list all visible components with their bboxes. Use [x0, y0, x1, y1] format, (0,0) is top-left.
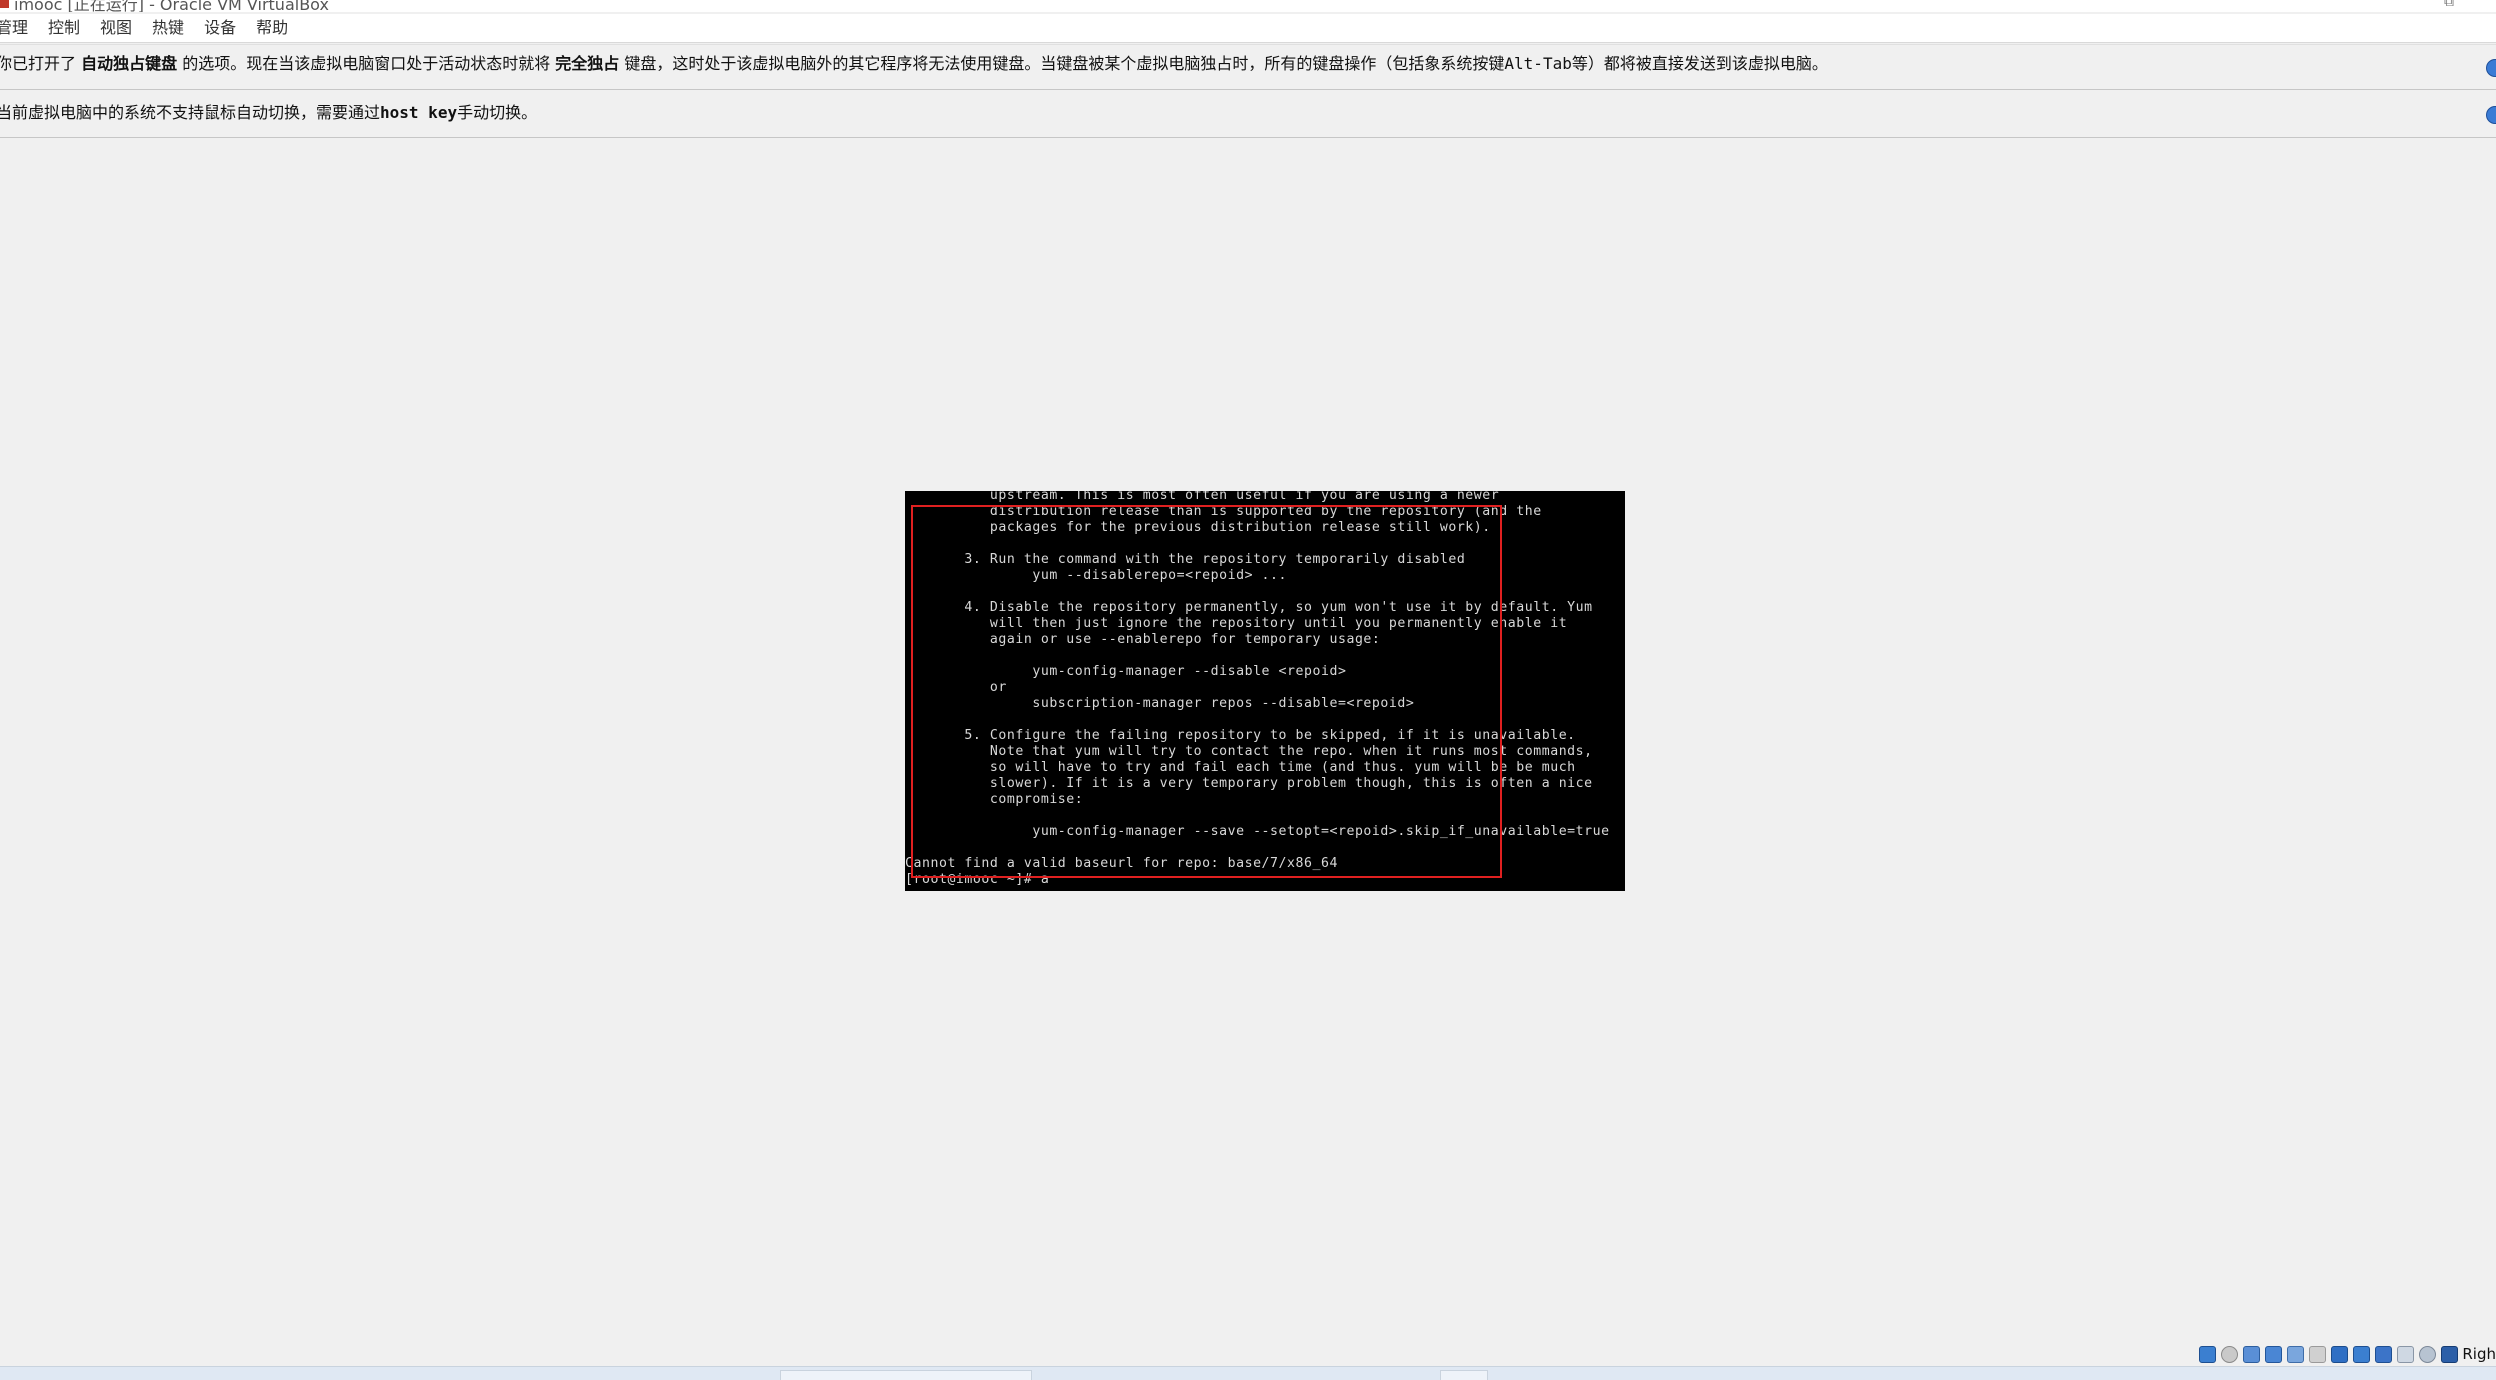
terminal-line: compromise: [905, 792, 1084, 807]
terminal-line: packages for the previous distribution r… [905, 520, 1491, 535]
host-key-label: host key [380, 103, 458, 122]
vm-display[interactable]: upstream. This is most often useful if y… [905, 491, 1625, 891]
virtualbox-window: imooc [正在运行] - Oracle VM VirtualBox ⧉ 管理… [0, 0, 2496, 1380]
terminal-line: Cannot find a valid baseurl for repo: ba… [905, 856, 1338, 871]
display-icon[interactable] [2331, 1345, 2349, 1363]
alt-tab-label: Alt-Tab [1504, 54, 1572, 73]
menu-control[interactable]: 控制 [48, 14, 80, 42]
notice-text-segment: 的选项。现在当该虚拟电脑窗口处于活动状态时就将 [177, 54, 556, 73]
terminal-line: yum --disablerepo=<repoid> ... [905, 568, 1288, 583]
terminal-line: 5. Configure the failing repository to b… [905, 728, 1576, 743]
shared-folders-icon[interactable] [2309, 1345, 2327, 1363]
notice-text-segment: 你已打开了 [0, 54, 82, 73]
audio-icon[interactable] [2243, 1345, 2261, 1363]
menu-help[interactable]: 帮助 [256, 14, 288, 42]
terminal-line: 4. Disable the repository permanently, s… [905, 600, 1593, 615]
cpu-icon[interactable] [2375, 1345, 2393, 1363]
usb-icon[interactable] [2287, 1345, 2305, 1363]
taskbar-tab[interactable] [1440, 1370, 1488, 1380]
terminal-line: 3. Run the command with the repository t… [905, 552, 1466, 567]
terminal-line: again or use --enablerepo for temporary … [905, 632, 1381, 647]
terminal-line: slower). If it is a very temporary probl… [905, 776, 1593, 791]
taskbar-tab[interactable] [780, 1370, 1032, 1380]
mouse-integration-message: 当前虚拟电脑中的系统不支持鼠标自动切换，需要通过host key手动切换。 [0, 104, 537, 122]
terminal-line: yum-config-manager --save --setopt=<repo… [905, 824, 1610, 839]
network-icon[interactable] [2265, 1345, 2283, 1363]
menu-hotkey[interactable]: 热键 [152, 14, 184, 42]
video-capture-icon[interactable] [2353, 1345, 2371, 1363]
auto-capture-keyboard-label: 自动独占键盘 [81, 54, 178, 73]
notice-text-segment: 当前虚拟电脑中的系统不支持鼠标自动切换，需要通过 [0, 103, 381, 122]
terminal-line: distribution release than is supported b… [905, 504, 1542, 519]
terminal-line: subscription-manager repos --disable=<re… [905, 696, 1415, 711]
taskbar-strip [0, 1366, 2496, 1380]
close-notice-icon[interactable] [2486, 59, 2496, 77]
keyboard-capture-message: 你已打开了 自动独占键盘 的选项。现在当该虚拟电脑窗口处于活动状态时就将 完全独… [0, 55, 1828, 73]
optical-drive-icon[interactable] [2221, 1345, 2239, 1363]
keyboard-capture-icon[interactable] [2419, 1345, 2437, 1363]
terminal-line: [root@imooc ~]# a [905, 872, 1050, 887]
notice-text-segment: 等）都将被直接发送到该虚拟电脑。 [1571, 54, 1828, 73]
mouse-integration-icon[interactable] [2397, 1345, 2415, 1363]
mouse-integration-notice: 当前虚拟电脑中的系统不支持鼠标自动切换，需要通过host key手动切换。 [0, 90, 2496, 138]
terminal-output: upstream. This is most often useful if y… [905, 491, 1610, 888]
restore-window-icon[interactable]: ⧉ [2444, 0, 2454, 10]
status-indicators: Righ [2194, 1344, 2496, 1364]
menu-view[interactable]: 视图 [100, 14, 132, 42]
notice-text-segment: 键盘，这时处于该虚拟电脑外的其它程序将无法使用键盘。当键盘被某个虚拟电脑独占时，… [619, 54, 1505, 73]
host-key-name: Righ [2462, 1345, 2496, 1363]
terminal-line: so will have to try and fail each time (… [905, 760, 1576, 775]
menu-bar: 管理 控制 视图 热键 设备 帮助 [0, 14, 2496, 43]
notice-text-segment: 手动切换。 [457, 103, 538, 122]
terminal-line: or [905, 680, 1007, 695]
menu-manage[interactable]: 管理 [0, 14, 28, 42]
terminal-line: Note that yum will try to contact the re… [905, 744, 1593, 759]
terminal-line: upstream. This is most often useful if y… [905, 491, 1500, 503]
host-key-icon[interactable] [2441, 1345, 2459, 1363]
menu-devices[interactable]: 设备 [204, 14, 236, 42]
virtualbox-app-icon [0, 0, 9, 8]
terminal-line: yum-config-manager --disable <repoid> [905, 664, 1347, 679]
window-title: imooc [正在运行] - Oracle VM VirtualBox [14, 0, 329, 12]
title-bar[interactable]: imooc [正在运行] - Oracle VM VirtualBox ⧉ [0, 0, 2496, 12]
hard-disk-icon[interactable] [2199, 1345, 2217, 1363]
terminal-line: will then just ignore the repository unt… [905, 616, 1568, 631]
full-capture-label: 完全独占 [555, 54, 620, 73]
keyboard-capture-notice: 你已打开了 自动独占键盘 的选项。现在当该虚拟电脑窗口处于活动状态时就将 完全独… [0, 44, 2496, 90]
close-notice-icon[interactable] [2486, 106, 2496, 124]
